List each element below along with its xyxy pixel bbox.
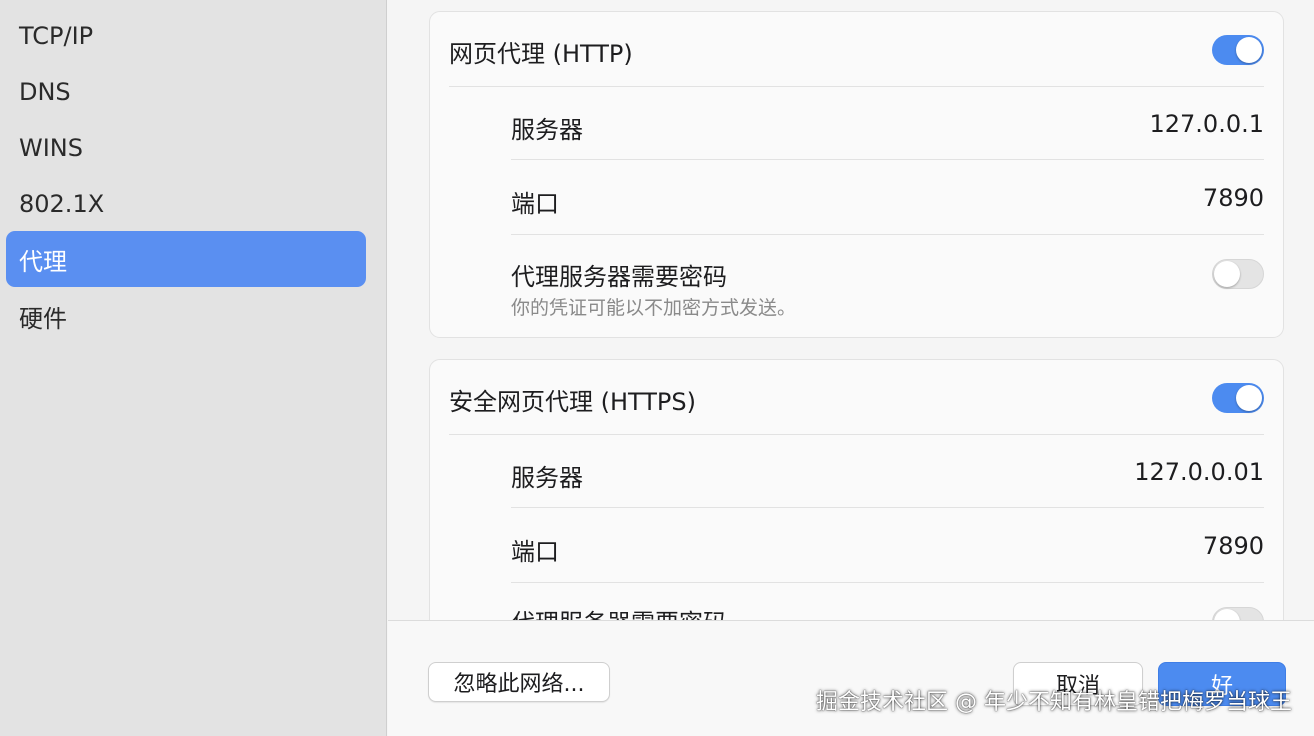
divider [511,507,1264,508]
dialog-footer: 忽略此网络... 取消 好 [388,620,1314,736]
sidebar-item-label: 802.1X [19,190,105,218]
https-server-label: 服务器 [511,464,583,492]
http-proxy-card: 网页代理 (HTTP) 服务器 127.0.0.1 端口 7890 代理服务器需… [429,11,1284,338]
sidebar-item-tcpip[interactable]: TCP/IP [6,8,366,64]
ignore-network-button[interactable]: 忽略此网络... [428,662,610,702]
divider [449,86,1264,87]
http-server-label: 服务器 [511,116,583,144]
sidebar-item-dns[interactable]: DNS [6,64,366,120]
watermark: 掘金技术社区 @ 年少不知有林皇错把梅罗当球王 [816,690,1292,715]
https-auth-toggle[interactable] [1212,607,1264,620]
toggle-knob [1214,261,1240,287]
sidebar: TCP/IP DNS WINS 802.1X 代理 硬件 [0,0,387,736]
toggle-knob [1236,385,1262,411]
divider [449,434,1264,435]
divider [511,234,1264,235]
divider [511,582,1264,583]
https-auth-label: 代理服务器需要密码 [511,603,727,620]
sidebar-item-label: TCP/IP [19,22,94,50]
http-port-field[interactable]: 7890 [1203,184,1264,212]
http-server-field[interactable]: 127.0.0.1 [1149,110,1264,138]
https-server-field[interactable]: 127.0.0.01 [1134,458,1264,486]
https-proxy-title: 安全网页代理 (HTTPS) [449,388,697,416]
proxy-settings-pane[interactable]: 网页代理 (HTTP) 服务器 127.0.0.1 端口 7890 代理服务器需… [388,0,1314,620]
sidebar-item-label: WINS [19,134,83,162]
sidebar-item-wins[interactable]: WINS [6,120,366,176]
http-auth-label: 代理服务器需要密码 [511,263,727,291]
sidebar-item-label: 硬件 [19,304,67,333]
toggle-knob [1214,609,1240,620]
http-auth-toggle[interactable] [1212,259,1264,289]
sidebar-item-hardware[interactable]: 硬件 [6,288,366,344]
http-proxy-toggle[interactable] [1212,35,1264,65]
https-proxy-toggle[interactable] [1212,383,1264,413]
https-proxy-card: 安全网页代理 (HTTPS) 服务器 127.0.0.01 端口 7890 代理… [429,359,1284,620]
http-proxy-title: 网页代理 (HTTP) [449,40,633,68]
http-auth-note: 你的凭证可能以不加密方式发送。 [511,297,797,319]
sidebar-item-label: 代理 [19,247,67,276]
https-port-label: 端口 [511,538,559,566]
https-port-field[interactable]: 7890 [1203,532,1264,560]
http-port-label: 端口 [511,190,559,218]
sidebar-item-label: DNS [19,78,71,106]
divider [511,159,1264,160]
toggle-knob [1236,37,1262,63]
sidebar-item-proxy[interactable]: 代理 [6,231,366,287]
sidebar-item-8021x[interactable]: 802.1X [6,176,366,232]
